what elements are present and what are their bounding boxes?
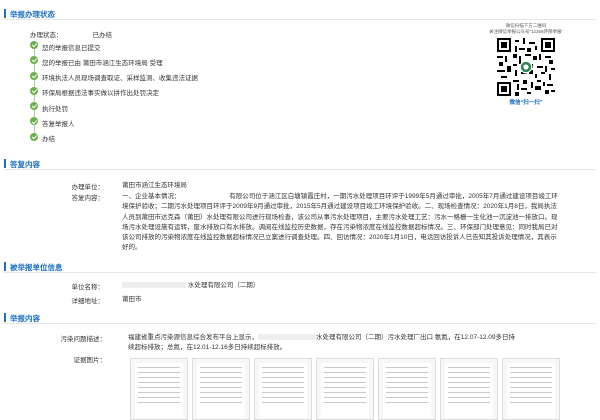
check-icon xyxy=(30,41,38,49)
step-connector xyxy=(33,64,35,72)
step-connector xyxy=(33,110,35,118)
target-address-label: 详细地址： xyxy=(71,298,105,305)
section-header-report: 举报内容 xyxy=(4,312,596,324)
step-label: 您的举报已由 莆田市涵江生态环境局 受理 xyxy=(42,59,163,67)
section-accent-bar xyxy=(4,313,6,322)
section-accent-bar xyxy=(4,159,6,168)
qr-code-icon[interactable] xyxy=(497,38,555,96)
evidence-thumbnail[interactable] xyxy=(130,358,188,420)
section-header-reply: 答复内容 xyxy=(4,158,596,170)
reply-content-label: 答复内容： xyxy=(71,195,105,202)
evidence-thumbnail[interactable] xyxy=(192,358,250,420)
evidence-thumbnail[interactable] xyxy=(502,358,560,420)
qr-caption-sub: 关注微信举报公众号“12369环保举报” xyxy=(488,29,563,34)
report-desc-part-a: 福建省重点污染源信息综合发布平台上显示， xyxy=(128,334,258,341)
redacted-block xyxy=(122,282,186,289)
report-desc-line2: 续超标排放；总氮，在12.01-12.16多日持续超标排放。 xyxy=(128,344,287,352)
step-connector xyxy=(33,49,35,57)
section-title-target: 被举报单位信息 xyxy=(10,263,63,272)
report-desc-label: 污染问题描述： xyxy=(60,336,107,343)
evidence-thumbnail[interactable] xyxy=(254,358,312,420)
section-header-target: 被举报单位信息 xyxy=(4,261,596,273)
step-label: 执行处罚 xyxy=(42,105,68,113)
step-label: 您的举报信息已提交 xyxy=(42,44,101,52)
status-value: 已办结 xyxy=(92,32,113,39)
step-label: 答复举报人 xyxy=(42,120,75,128)
check-icon xyxy=(30,56,38,65)
progress-step: 您的举报已由 莆田市涵江生态环境局 受理 xyxy=(30,56,450,72)
progress-step: 环保局根据违法事实做以拼作出处罚决定 xyxy=(30,86,450,103)
evidence-gallery xyxy=(130,358,560,420)
status-label: 办理状态： xyxy=(30,32,63,39)
report-desc-value: 福建省重点污染源信息综合发布平台上显示， 水处理有限公司（二期）污水处理厂出口 氨… xyxy=(128,333,568,354)
check-icon xyxy=(30,86,38,95)
check-icon xyxy=(30,132,38,141)
section-title-reply: 答复内容 xyxy=(10,160,40,169)
evidence-thumbnail[interactable] xyxy=(440,358,498,420)
progress-step: 答复举报人 xyxy=(30,117,450,133)
progress-step: 环境执法人员现场调查取证、采样监测、收集违法证据 xyxy=(30,71,450,87)
step-label: 环保局根据违法事实做以拼作出处罚决定 xyxy=(42,90,159,98)
report-desc-part-b: 水处理有限公司（二期）污水处理厂出口 氨氮，在12.07-12.09多日持 xyxy=(316,334,516,341)
redacted-block xyxy=(258,334,316,341)
qr-panel: 微信扫描下方二维码 关注微信举报公众号“12369环保举报” 微信“扫一扫” xyxy=(488,23,564,106)
section-accent-bar xyxy=(4,9,6,18)
section-title-report: 举报内容 xyxy=(10,314,40,323)
qr-footer: 微信“扫一扫” xyxy=(509,100,543,106)
check-icon xyxy=(30,117,38,126)
step-label: 办结 xyxy=(42,136,55,144)
section-title-progress: 举报办理状态 xyxy=(10,10,55,19)
reply-unit-label: 办理单位： xyxy=(71,184,105,191)
status-row: 办理状态： 已办结 xyxy=(30,29,112,39)
reply-unit-value: 莆田市涵江生态环境局 xyxy=(122,182,187,189)
section-accent-bar xyxy=(4,262,6,271)
section-header-progress: 举报办理状态 xyxy=(4,8,596,20)
reply-content-value: 一、企业基本情况： 有限公司位于涵江区白塘镇霞庄村，一期污水处理项目环评于199… xyxy=(122,193,558,252)
evidence-thumbnail[interactable] xyxy=(378,358,436,420)
progress-steps: 您的举报信息已提交 您的举报已由 莆田市涵江生态环境局 受理 环境执法人员现场调… xyxy=(30,41,450,148)
evidence-label: 证据图片： xyxy=(73,357,107,364)
progress-step: 执行处罚 xyxy=(30,102,450,118)
check-icon xyxy=(30,102,38,111)
progress-step: 您的举报信息已提交 xyxy=(30,41,450,57)
target-name-label: 单位名称： xyxy=(71,284,105,291)
progress-step: 办结 xyxy=(30,132,450,148)
step-connector xyxy=(33,79,35,87)
step-connector xyxy=(33,125,35,133)
step-connector xyxy=(33,94,35,103)
step-label: 环境执法人员现场调查取证、采样监测、收集违法证据 xyxy=(42,75,198,83)
target-name-wrap: 水处理有限公司（二期） xyxy=(122,281,560,291)
target-name-value: 水处理有限公司（二期） xyxy=(187,282,260,289)
target-address-value: 莆田市 xyxy=(122,296,142,303)
evidence-thumbnail[interactable] xyxy=(316,358,374,420)
check-icon xyxy=(30,71,38,80)
